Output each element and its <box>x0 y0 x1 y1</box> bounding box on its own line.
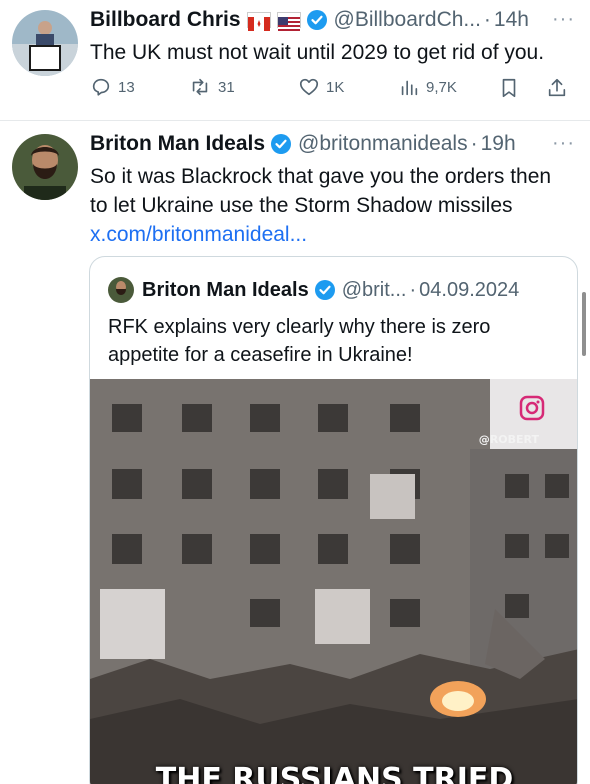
repost-button[interactable]: 31 <box>188 76 235 98</box>
instagram-icon <box>519 395 545 421</box>
like-button[interactable]: 1K <box>298 76 344 98</box>
views-count: 9,7K <box>426 78 457 96</box>
tweet-text-line: to let Ukraine use the Storm Shadow miss… <box>90 194 513 217</box>
views-icon <box>401 80 418 96</box>
video-watermark: @ROBERT <box>478 433 539 446</box>
quote-text: RFK explains very clearly why there is z… <box>108 313 558 369</box>
quote-handle[interactable]: @brit... <box>342 279 407 302</box>
tweet1-header: Billboard Chris @BillboardCh... · 14h <box>90 8 529 32</box>
quote-text-line: appetite for a ceasefire in Ukraine! <box>108 344 413 366</box>
handle[interactable]: @britonmanideals <box>298 132 468 156</box>
tweet-text-line: So it was Blackrock that gave you the or… <box>90 165 552 188</box>
tweet-link[interactable]: x.com/britonmanideal... <box>90 220 585 249</box>
video-caption: THE RUSSIANS TRIED <box>155 762 514 784</box>
share-icon <box>548 78 566 97</box>
more-icon[interactable]: ··· <box>552 8 575 31</box>
separator-dot: · <box>483 8 491 31</box>
quote-header: Briton Man Ideals @brit... · 04.09.2024 <box>108 277 519 303</box>
scrollbar[interactable] <box>582 292 586 356</box>
tweet-billboard-chris[interactable]: Billboard Chris @BillboardCh... · 14h ··… <box>0 0 590 120</box>
reply-count: 13 <box>118 78 135 96</box>
like-count: 1K <box>326 78 345 96</box>
views-button[interactable]: 9,7K <box>398 76 457 98</box>
more-icon[interactable]: ··· <box>552 132 575 155</box>
avatar-briton-man-ideals[interactable] <box>12 134 78 200</box>
verified-icon <box>270 133 292 155</box>
tweet-text: The UK must not wait until 2029 to get r… <box>90 41 545 64</box>
share-button[interactable] <box>546 76 574 100</box>
heart-icon <box>299 78 319 96</box>
avatar-billboard-chris[interactable] <box>12 10 78 76</box>
quote-avatar <box>108 277 134 303</box>
video-media[interactable]: @ROBERT THE RUSSIANS TRIED <box>90 379 577 784</box>
reply-button[interactable]: 13 <box>90 76 135 98</box>
canada-flag-icon <box>246 12 271 31</box>
quoted-tweet[interactable]: Briton Man Ideals @brit... · 04.09.2024 … <box>89 256 578 784</box>
bookmark-button[interactable] <box>498 76 526 100</box>
reply-icon <box>92 78 110 96</box>
us-flag-icon <box>276 12 301 31</box>
tweet-text: So it was Blackrock that gave you the or… <box>90 162 585 249</box>
verified-icon <box>306 9 328 31</box>
tweet2-header: Briton Man Ideals @britonmanideals · 19h <box>90 132 516 156</box>
verified-icon <box>314 279 336 301</box>
timestamp[interactable]: 14h <box>494 8 529 32</box>
handle[interactable]: @BillboardCh... <box>334 8 481 32</box>
quote-date: 04.09.2024 <box>419 278 520 301</box>
repost-icon <box>192 78 208 96</box>
quote-display-name[interactable]: Briton Man Ideals <box>142 279 309 302</box>
display-name[interactable]: Billboard Chris <box>90 8 241 32</box>
separator-dot: · <box>409 278 417 301</box>
tweet1-actions: 13 31 1K 9,7K <box>90 76 580 102</box>
quote-text-line: RFK explains very clearly why there is z… <box>108 316 491 338</box>
separator-dot: · <box>470 132 478 155</box>
timestamp[interactable]: 19h <box>481 132 516 156</box>
repost-count: 31 <box>218 78 235 96</box>
bookmark-icon <box>502 78 516 98</box>
display-name[interactable]: Briton Man Ideals <box>90 132 265 156</box>
